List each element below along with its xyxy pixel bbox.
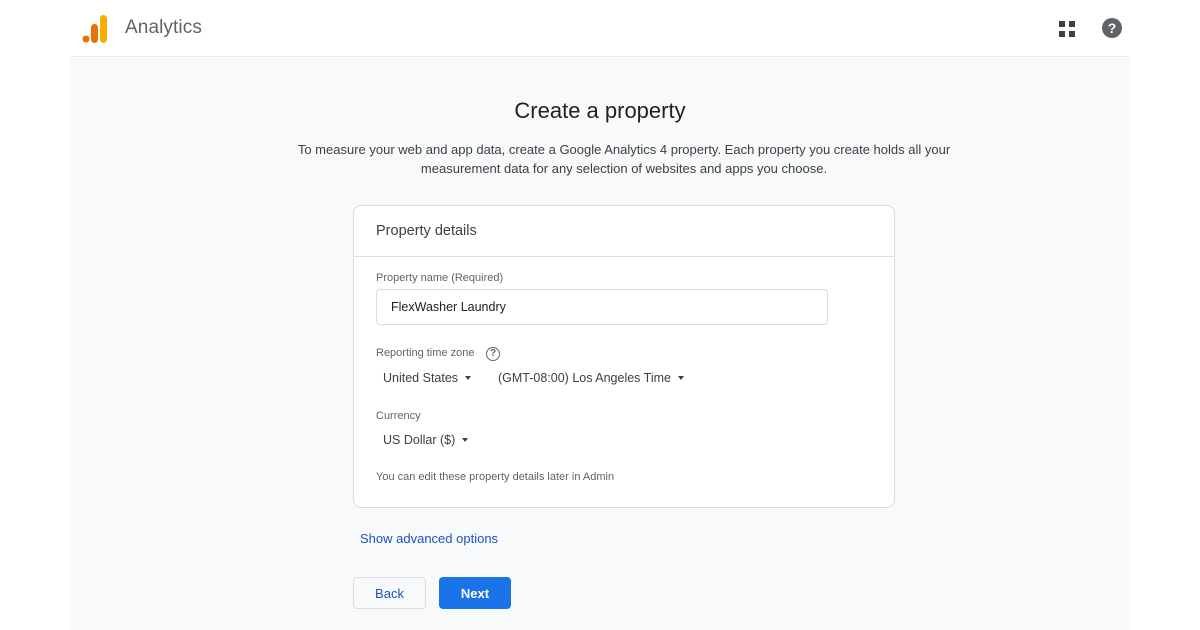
time-zone-help-icon[interactable]: ? <box>486 347 500 361</box>
currency-value: US Dollar ($) <box>383 433 456 447</box>
chevron-down-icon <box>465 376 472 380</box>
main-content: Create a property To measure your web an… <box>70 58 1130 630</box>
apps-grid-icon[interactable] <box>1058 20 1076 38</box>
show-advanced-options-link[interactable]: Show advanced options <box>360 531 498 546</box>
chevron-down-icon <box>462 438 469 442</box>
currency-dropdown[interactable]: US Dollar ($) <box>383 433 469 447</box>
card-header: Property details <box>354 206 894 257</box>
currency-label: Currency <box>376 410 421 422</box>
chevron-down-icon <box>678 376 684 380</box>
time-zone-label: Reporting time zone <box>376 347 475 359</box>
help-icon[interactable]: ? <box>1102 18 1122 38</box>
google-analytics-logo-icon <box>82 15 107 43</box>
edit-later-hint: You can edit these property details late… <box>376 471 615 483</box>
property-name-label: Property name (Required) <box>376 272 504 284</box>
property-name-input[interactable] <box>376 289 828 325</box>
next-button[interactable]: Next <box>439 577 511 609</box>
property-details-card: Property details Property name (Required… <box>353 205 895 508</box>
country-dropdown[interactable]: United States <box>383 371 472 385</box>
time-zone-value: (GMT-08:00) Los Angeles Time <box>498 371 671 385</box>
page-description: To measure your web and app data, create… <box>297 142 951 176</box>
time-zone-dropdown[interactable]: (GMT-08:00) Los Angeles Time <box>498 371 684 385</box>
page-title: Create a property <box>514 98 686 123</box>
back-button[interactable]: Back <box>353 577 426 609</box>
country-value: United States <box>383 371 459 385</box>
top-app-bar: Analytics ? <box>70 0 1130 57</box>
app-title: Analytics <box>125 17 202 38</box>
